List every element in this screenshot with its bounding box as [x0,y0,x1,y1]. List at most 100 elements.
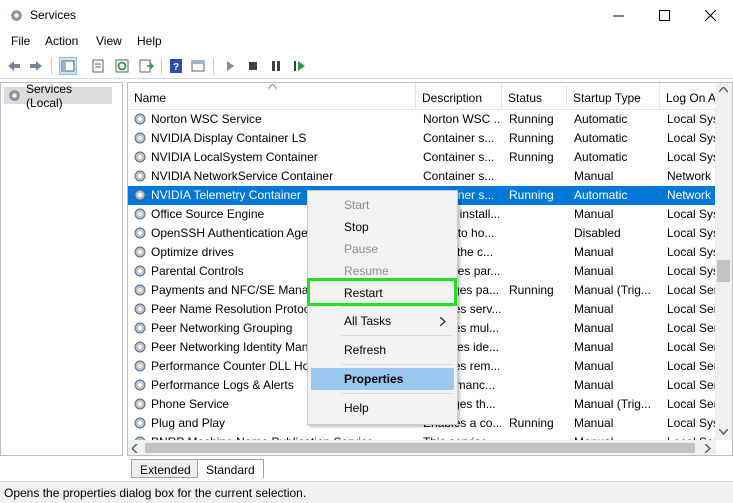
cell-startup: Automatic [574,131,628,145]
service-gear-icon [134,189,146,201]
toolbar: ? [0,53,733,79]
toolbar-separator [213,58,214,75]
cell-startup: Manual [574,416,614,430]
cell-logon: Network S [667,169,715,183]
tree-item-label: Services (Local) [26,81,73,110]
scroll-down-icon[interactable] [719,429,728,435]
context-menu-all-tasks[interactable]: All Tasks [311,310,454,332]
context-menu-help[interactable]: Help [311,397,454,419]
cell-startup: Manual [574,302,614,316]
service-gear-icon [134,265,146,277]
menu-help[interactable]: Help [137,34,162,48]
vertical-scroll-thumb[interactable] [717,260,730,282]
scroll-right-icon[interactable] [705,444,711,453]
service-gear-icon [134,227,146,239]
cell-logon: Local Serv [667,397,715,411]
cell-description: Container s... [423,131,495,145]
column-header-log-on-as[interactable]: Log On As [660,83,716,110]
service-gear-icon [134,208,146,220]
table-row[interactable]: NVIDIA Display Container LS Container s..… [128,129,716,148]
context-menu-label: Help [344,401,369,415]
close-icon [704,10,716,21]
cell-logon: Network S [667,188,715,202]
menu-action[interactable]: Action [45,34,78,48]
stop-service-icon[interactable] [245,58,261,74]
cell-startup: Manual [574,264,614,278]
start-service-icon[interactable] [222,58,238,74]
context-menu-refresh[interactable]: Refresh [311,339,454,361]
cell-name: NVIDIA NetworkService Container [151,169,334,183]
cell-logon: Local Serv [667,302,715,316]
service-gear-icon [134,398,146,410]
restart-service-icon[interactable] [291,58,307,74]
cell-status: Running [509,131,554,145]
refresh-icon[interactable] [114,58,130,74]
cell-startup: Automatic [574,150,628,164]
context-menu-stop[interactable]: Stop [311,216,454,238]
service-gear-icon [134,284,146,296]
forward-arrow-icon[interactable] [28,58,44,74]
context-menu-label: Pause [344,242,379,256]
back-arrow-icon[interactable] [6,58,22,74]
cell-status: Running [509,112,554,126]
cell-status: Running [509,283,554,297]
submenu-arrow-icon [440,317,446,326]
context-menu-separator [341,335,452,336]
help-icon[interactable]: ? [168,58,184,74]
minimize-button[interactable] [595,0,641,31]
service-gear-icon [134,379,146,391]
scroll-up-icon[interactable] [719,87,728,93]
console-tree-icon[interactable] [59,57,77,75]
pause-service-icon[interactable] [268,58,284,74]
tab-extended[interactable]: Extended [131,459,200,478]
tree-item-services-local[interactable]: Services (Local) [4,82,112,110]
context-menu-properties[interactable]: Properties [311,368,454,390]
maximize-button[interactable] [641,0,687,31]
service-gear-icon [134,170,146,182]
context-menu-start[interactable]: Start [311,194,454,216]
menu-file[interactable]: File [11,34,30,48]
horizontal-scrollbar[interactable] [128,440,716,455]
close-button[interactable] [687,0,733,31]
status-bar: Opens the properties dialog box for the … [0,481,733,503]
service-gear-icon [134,132,146,144]
sort-ascending-icon [268,84,277,90]
export-list-icon[interactable] [138,58,154,74]
column-header-description[interactable]: Description [416,83,502,110]
vertical-scrollbar[interactable] [715,83,732,440]
table-row[interactable]: NVIDIA NetworkService Container Container… [128,167,716,186]
cell-startup: Manual [574,340,614,354]
horizontal-scroll-thumb[interactable] [145,443,695,453]
service-gear-icon [134,151,146,163]
show-hide-pane-icon[interactable] [190,58,206,74]
cell-logon: Local Syst [667,112,715,126]
maximize-icon [658,10,670,21]
tab-standard[interactable]: Standard [197,459,264,478]
console-tree-pane: Services (Local) [0,82,123,456]
column-header-status[interactable]: Status [502,83,567,110]
toolbar-separator [161,58,162,75]
service-gear-icon [134,360,146,372]
cell-logon: Local Syst [667,416,715,430]
cell-logon: Local Serv [667,340,715,354]
cell-logon: Local Syst [667,207,715,221]
context-menu-pause[interactable]: Pause [311,238,454,260]
service-gear-icon [134,322,146,334]
cell-status: Running [509,150,554,164]
context-menu-label: All Tasks [344,314,392,328]
list-header: Name Description Status Startup Type Log… [128,83,732,110]
column-header-startup-type[interactable]: Startup Type [567,83,660,110]
table-row[interactable]: Norton WSC Service Norton WSC ... Running A… [128,110,716,129]
cell-startup: Disabled [574,226,621,240]
cell-status: Running [509,416,554,430]
table-row[interactable]: NVIDIA LocalSystem Container Container s.… [128,148,716,167]
context-menu-separator [341,306,452,307]
cell-name: NVIDIA LocalSystem Container [151,150,318,164]
restart-highlight-outline [307,278,457,306]
cell-startup: Manual [574,359,614,373]
properties-sheet-icon[interactable] [90,58,106,74]
cell-startup: Manual [574,207,614,221]
scroll-left-icon[interactable] [132,444,138,453]
cell-logon: Local Syst [667,264,715,278]
menu-view[interactable]: View [96,34,122,48]
